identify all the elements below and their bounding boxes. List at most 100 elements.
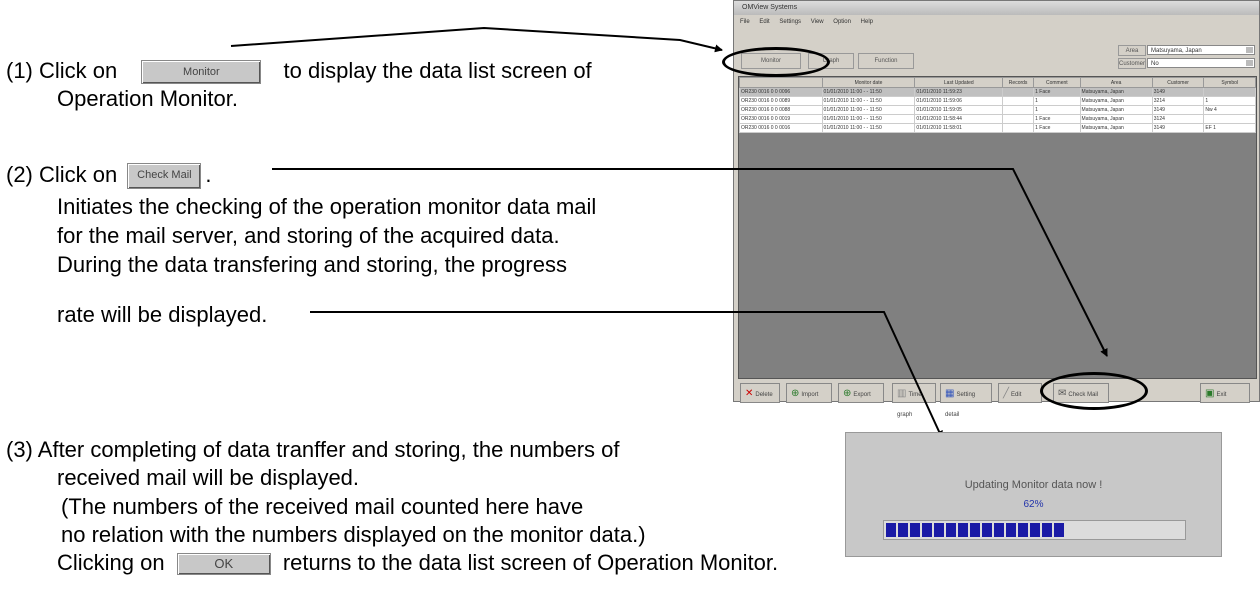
customer-select[interactable]: No <box>1147 58 1255 68</box>
step1-prefix: (1) Click on <box>6 58 118 83</box>
table-cell: Matsuyama, Japan <box>1079 105 1153 115</box>
step3-ok-prefix: Clicking on <box>57 550 165 575</box>
column-header[interactable]: Last Updated <box>914 77 1004 88</box>
table-cell <box>1002 87 1035 97</box>
table-cell <box>1203 114 1256 124</box>
progress-segment <box>1030 523 1040 537</box>
area-button[interactable]: Area <box>1118 45 1146 56</box>
export-button[interactable]: ⊕ Export <box>838 383 884 403</box>
export-label: Export <box>853 392 871 398</box>
step2-suffix: . <box>205 162 212 187</box>
step1-line2: Operation Monitor. <box>57 86 238 111</box>
table-cell: OR230 0016 0 0 0089 <box>739 96 823 106</box>
import-button[interactable]: ⊕ Import <box>786 383 832 403</box>
table-header-row: Monitor date Last Updated Records Commen… <box>739 77 1256 88</box>
menu-option[interactable]: Option <box>833 19 851 25</box>
column-header[interactable]: Records <box>1002 77 1035 88</box>
step2-detail-1: Initiates the checking of the operation … <box>57 194 597 219</box>
menu-view[interactable]: View <box>811 19 824 25</box>
progress-segment <box>994 523 1004 537</box>
step1-suffix: to display the data list screen of <box>283 58 592 83</box>
area-select[interactable]: Matsuyama, Japan <box>1147 45 1255 55</box>
table-cell: 01/01/2010 11:59:05 <box>914 105 1004 115</box>
progress-bar <box>883 520 1186 540</box>
progress-segment <box>958 523 968 537</box>
table-cell <box>1002 105 1035 115</box>
table-cell: 01/01/2010 11:59:23 <box>914 87 1004 97</box>
chevron-down-icon <box>1246 60 1253 66</box>
table-cell: 01/01/2010 11:00 - - 11:50 <box>821 87 916 97</box>
progress-segment <box>1054 523 1064 537</box>
table-cell: 01/01/2010 11:59:06 <box>914 96 1004 106</box>
settings-icon: ▦ <box>945 388 955 399</box>
progress-segment <box>922 523 932 537</box>
step2-detail-3: During the data transfering and storing,… <box>57 252 567 277</box>
table-cell: 01/01/2010 11:00 - - 11:50 <box>821 123 916 133</box>
menu-bar: File Edit Settings View Option Help <box>734 16 1259 28</box>
progress-dialog: Updating Monitor data now ! 62% <box>845 432 1222 557</box>
progress-segment <box>946 523 956 537</box>
column-header[interactable]: Monitor date <box>821 77 916 88</box>
table-cell: Nw 4 <box>1203 105 1256 115</box>
progress-bar-fill <box>886 523 1070 537</box>
table-cell: 01/01/2010 11:00 - - 11:50 <box>821 96 916 106</box>
menu-file[interactable]: File <box>740 19 750 25</box>
table-cell: 1 <box>1033 96 1081 106</box>
check-mail-button-inline[interactable]: Check Mail <box>127 163 202 190</box>
table-cell <box>1002 114 1035 124</box>
table-cell <box>1002 96 1035 106</box>
exit-button[interactable]: ▣ Exit <box>1200 383 1250 403</box>
edit-button[interactable]: ╱ Edit <box>998 383 1042 403</box>
column-header[interactable]: Comment <box>1033 77 1081 88</box>
time-graph-button[interactable]: ▥ Time graph <box>892 383 936 418</box>
menu-help[interactable]: Help <box>861 19 873 25</box>
column-header[interactable]: Area <box>1079 77 1153 88</box>
step2-detail-2: for the mail server, and storing of the … <box>57 223 560 248</box>
table-cell: Matsuyama, Japan <box>1079 96 1153 106</box>
column-header[interactable]: Customer <box>1151 77 1205 88</box>
step2-prefix: (2) Click on <box>6 162 118 187</box>
table-cell: OR230 0016 0 0 0016 <box>739 123 823 133</box>
exit-label: Exit <box>1216 392 1227 398</box>
table-cell: 1 Face <box>1033 87 1081 97</box>
table-cell: EF 1 <box>1203 123 1256 133</box>
monitor-button-inline[interactable]: Monitor <box>141 60 262 85</box>
callout-line-monitor <box>230 26 723 53</box>
window-title: OMView Systems <box>734 1 1259 15</box>
table-row[interactable]: OR230 0016 0 0 0019 01/01/2010 11:00 - - … <box>739 114 1256 124</box>
table-cell: Matsuyama, Japan <box>1079 114 1153 124</box>
table-row[interactable]: OR230 0016 0 0 0088 01/01/2010 11:00 - - … <box>739 105 1256 115</box>
delete-button[interactable]: ✕ Delete <box>740 383 780 403</box>
column-header[interactable] <box>739 77 823 88</box>
table-row[interactable]: OR230 0016 0 0 0096 01/01/2010 11:00 - - … <box>739 87 1256 97</box>
ok-button-inline[interactable]: OK <box>176 553 271 576</box>
table-row[interactable]: OR230 0016 0 0 0016 01/01/2010 11:00 - - … <box>739 123 1256 133</box>
progress-segment <box>982 523 992 537</box>
chevron-down-icon <box>1246 47 1253 53</box>
function-tab-button[interactable]: Function <box>858 53 914 69</box>
column-header[interactable]: Symbol <box>1203 77 1256 88</box>
table-cell: 3214 <box>1151 96 1205 106</box>
import-icon: ⊕ <box>791 388 800 399</box>
pencil-icon: ╱ <box>1003 388 1010 399</box>
step3-line4: no relation with the numbers displayed o… <box>61 522 646 547</box>
graph-icon: ▥ <box>897 388 907 399</box>
progress-segment <box>898 523 908 537</box>
menu-settings[interactable]: Settings <box>779 19 801 25</box>
monitor-data-table: Monitor date Last Updated Records Commen… <box>738 76 1257 379</box>
table-cell: Matsuyama, Japan <box>1079 87 1153 97</box>
table-cell: 1 <box>1203 96 1256 106</box>
table-cell: 3149 <box>1151 87 1205 97</box>
table-cell <box>1002 123 1035 133</box>
step3-ok-suffix: returns to the data list screen of Opera… <box>282 550 779 575</box>
table-row[interactable]: OR230 0016 0 0 0089 01/01/2010 11:00 - - … <box>739 96 1256 106</box>
menu-edit[interactable]: Edit <box>759 19 769 25</box>
progress-segment <box>1018 523 1028 537</box>
table-cell: 01/01/2010 11:58:44 <box>914 114 1004 124</box>
customer-button[interactable]: Customer <box>1118 58 1146 69</box>
step1-line1: (1) Click on Monitor to display the data… <box>6 58 592 85</box>
delete-x-icon: ✕ <box>745 388 754 399</box>
table-cell: 3124 <box>1151 114 1205 124</box>
progress-segment <box>910 523 920 537</box>
setting-detail-button[interactable]: ▦ Setting detail <box>940 383 992 418</box>
